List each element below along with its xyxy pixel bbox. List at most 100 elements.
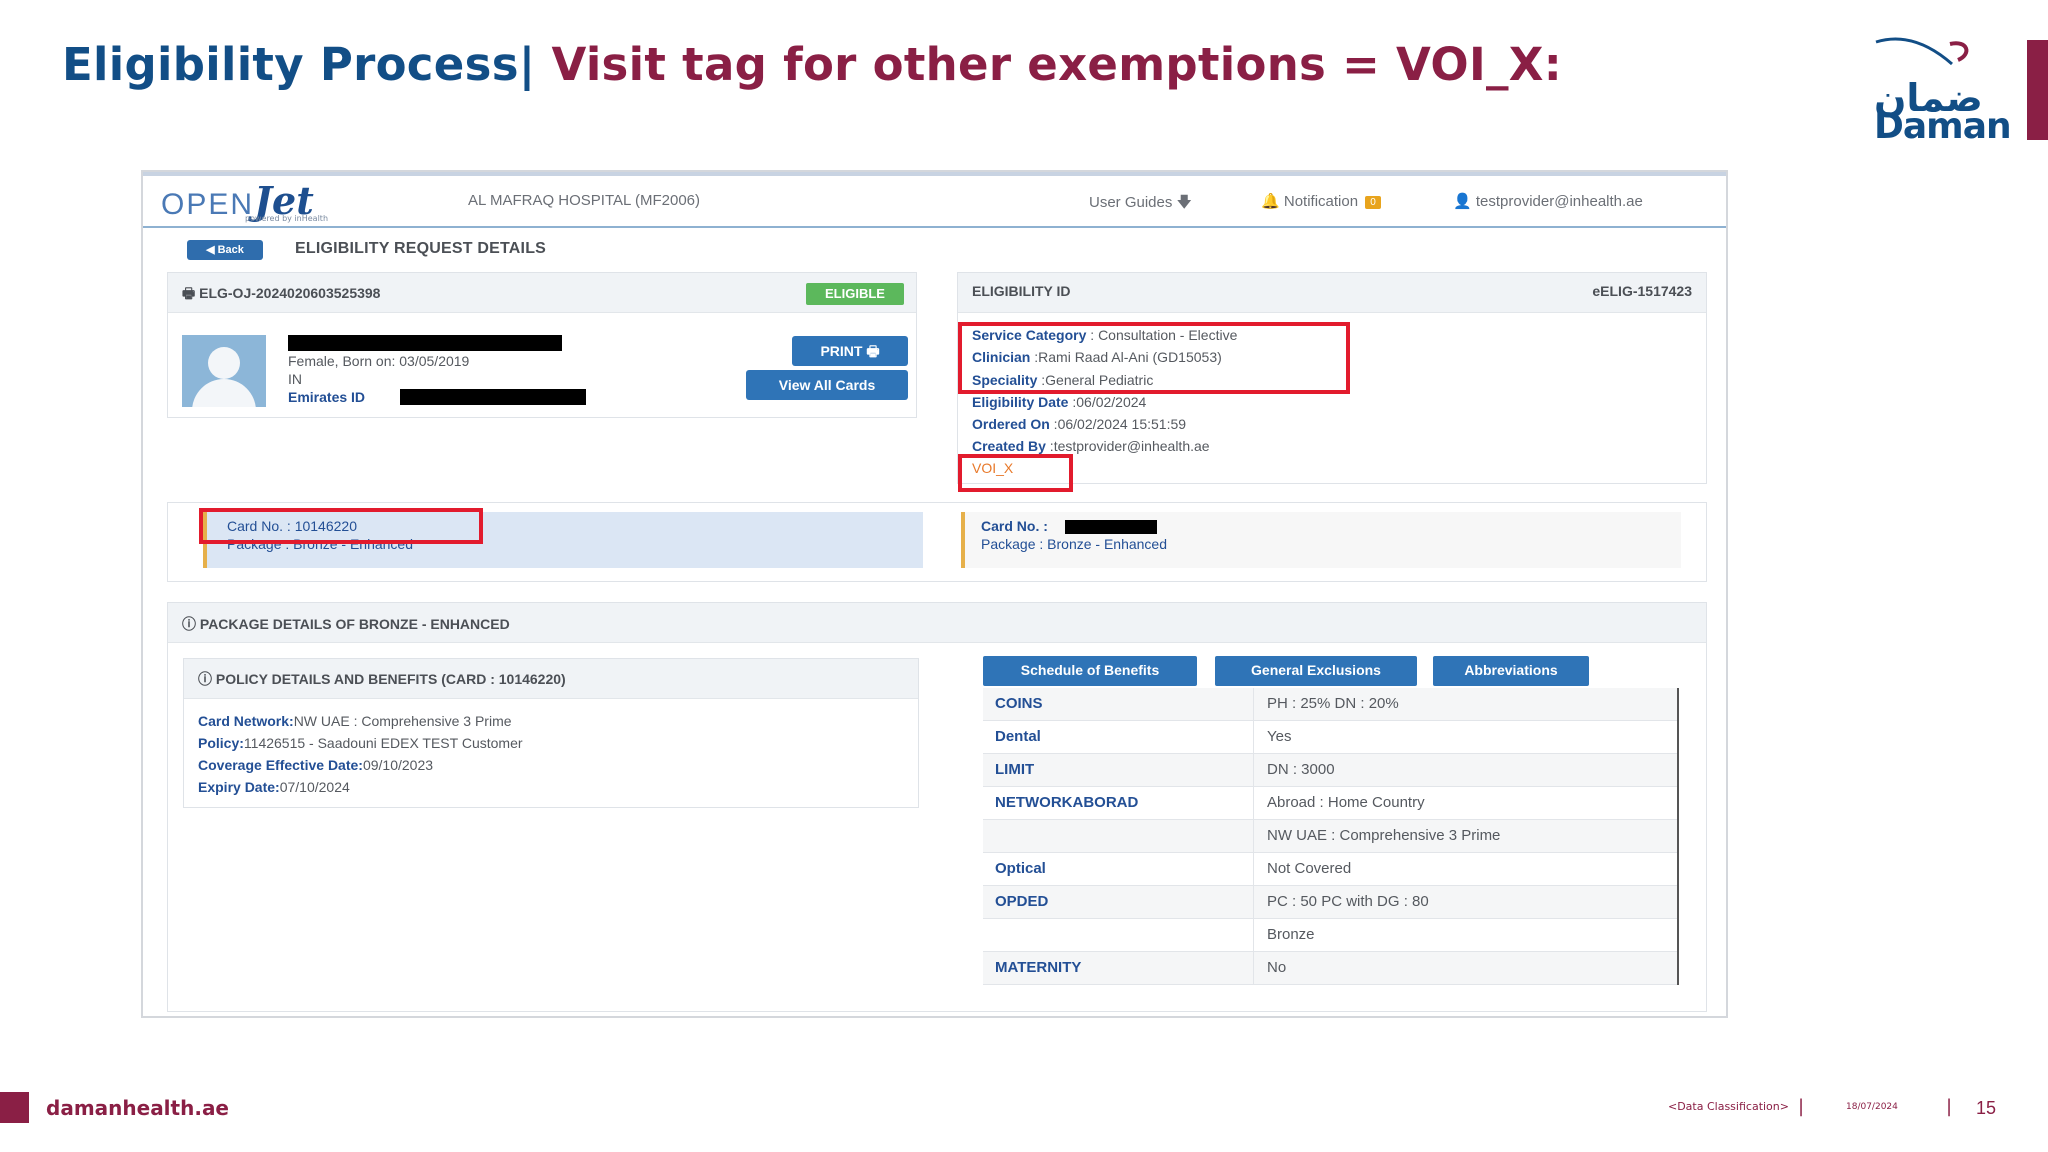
highlight-card-number <box>199 508 483 544</box>
expiry-date-label: Expiry Date: <box>198 779 280 795</box>
card-right[interactable]: Card No. : Package : Bronze - Enhanced <box>961 512 1681 568</box>
benefit-value: PH : 25% DN : 20% <box>1267 695 1399 712</box>
slide-title-main: Eligibility Process| <box>62 38 536 91</box>
page-number: 15 <box>1976 1098 1997 1118</box>
redacted-card-number <box>1065 520 1157 534</box>
ordered-on-row: Ordered On :06/02/2024 15:51:59 <box>972 416 1186 432</box>
slide-title-sub: Visit tag for other exemptions = VOI_X: <box>551 38 1563 91</box>
daman-logo: ضمان Daman <box>1870 36 2012 147</box>
notification-count-badge: 0 <box>1365 196 1381 209</box>
user-menu[interactable]: 👤 testprovider@inhealth.ae <box>1453 192 1643 210</box>
brand-subtitle: powered by inHealth <box>245 214 329 223</box>
card-right-package: Package : Bronze - Enhanced <box>981 536 1167 552</box>
status-badge: ELIGIBLE <box>806 283 904 305</box>
gender-dob: Female, Born on: 03/05/2019 <box>288 353 470 369</box>
redacted-name <box>288 335 562 351</box>
benefit-value: Bronze <box>1267 926 1315 943</box>
expiry-date-row: Expiry Date:07/10/2024 <box>198 779 350 795</box>
benefit-value: Not Covered <box>1267 860 1352 877</box>
printer-icon: 🖶 <box>182 285 196 301</box>
emirates-id-label: Emirates ID <box>288 389 366 405</box>
user-email: testprovider@inhealth.ae <box>1475 193 1643 210</box>
highlight-service-details <box>958 322 1350 394</box>
benefit-value: Yes <box>1267 728 1292 745</box>
table-row: COINS PH : 25% DN : 20% <box>983 688 1677 721</box>
back-button[interactable]: ◀ Back <box>187 240 263 260</box>
package-title-text: PACKAGE DETAILS OF BRONZE - ENHANCED <box>199 616 510 632</box>
card-network-label: Card Network: <box>198 713 294 729</box>
back-button-label: Back <box>217 244 244 256</box>
footer-classification: <Data Classification> <box>1668 1100 1789 1113</box>
created-by-value: :testprovider@inhealth.ae <box>1045 438 1210 454</box>
ordered-on-label: Ordered On <box>972 416 1050 432</box>
benefit-value: Abroad : Home Country <box>1267 794 1425 811</box>
user-icon: 👤 <box>1453 193 1472 210</box>
notification-link[interactable]: 🔔 Notification 0 <box>1261 192 1381 210</box>
created-by-label: Created By <box>972 438 1046 454</box>
info-icon: ⓘ <box>198 671 212 687</box>
info-icon: ⓘ <box>182 616 196 632</box>
footer-website[interactable]: damanhealth.ae <box>46 1096 229 1120</box>
eligibility-date-value: :06/02/2024 <box>1068 394 1147 410</box>
package-title: ⓘ PACKAGE DETAILS OF BRONZE - ENHANCED <box>182 614 510 634</box>
eligibility-id-value: eELIG-1517423 <box>1592 283 1692 299</box>
benefit-key: NETWORKABORAD <box>995 794 1139 811</box>
openjet-logo[interactable]: OPENJet powered by inHealth <box>161 178 328 223</box>
package-panel-header: ⓘ PACKAGE DETAILS OF BRONZE - ENHANCED <box>168 603 1706 643</box>
hospital-name: AL MAFRAQ HOSPITAL (MF2006) <box>468 192 700 209</box>
footer-accent <box>0 1092 29 1123</box>
benefit-key: OPDED <box>995 893 1049 910</box>
table-row: LIMIT DN : 3000 <box>983 754 1677 787</box>
download-icon: 🡇 <box>1176 194 1192 211</box>
request-id: 🖶 ELG-OJ-2024020603525398 <box>182 283 380 307</box>
print-button-label: PRINT <box>820 343 863 359</box>
table-row: OPDED PC : 50 PC with DG : 80 <box>983 886 1677 919</box>
print-button[interactable]: PRINT 🖶 <box>792 336 908 366</box>
eligibility-panel-header: ELIGIBILITY ID eELIG-1517423 <box>958 273 1706 313</box>
benefit-value: PC : 50 PC with DG : 80 <box>1267 893 1429 910</box>
accent-bar <box>2027 40 2048 140</box>
ordered-on-value: :06/02/2024 15:51:59 <box>1049 416 1187 432</box>
card-network-row: Card Network:NW UAE : Comprehensive 3 Pr… <box>198 713 512 729</box>
benefit-key: LIMIT <box>995 761 1035 778</box>
benefit-key: COINS <box>995 695 1043 712</box>
footer-separator: | <box>1946 1096 1953 1117</box>
card-network-value: NW UAE : Comprehensive 3 Prime <box>293 713 512 729</box>
view-all-cards-button[interactable]: View All Cards <box>746 370 908 400</box>
footer-date: 18/07/2024 <box>1846 1102 1898 1112</box>
app-topbar: OPENJet powered by inHealth AL MAFRAQ HO… <box>143 172 1726 228</box>
schedule-of-benefits-button[interactable]: Schedule of Benefits <box>983 656 1197 686</box>
logo-swoosh-icon <box>1875 37 1969 66</box>
policy-label: Policy: <box>198 735 244 751</box>
slide-title: Eligibility Process| Visit tag for other… <box>62 38 1562 91</box>
benefit-key: MATERNITY <box>995 959 1082 976</box>
benefit-value: DN : 3000 <box>1267 761 1335 778</box>
benefits-table: COINS PH : 25% DN : 20% Dental Yes LIMIT DN… <box>983 688 1679 985</box>
table-row: NW UAE : Comprehensive 3 Prime <box>983 820 1677 853</box>
table-row: NETWORKABORAD Abroad : Home Country <box>983 787 1677 820</box>
created-by-row: Created By :testprovider@inhealth.ae <box>972 438 1210 454</box>
policy-row: Policy:11426515 - Saadouni EDEX TEST Cus… <box>198 735 523 751</box>
card-right-package-text: Package : Bronze - Enhanced <box>981 536 1168 552</box>
benefit-key: Optical <box>995 860 1046 877</box>
notification-label: Notification <box>1283 193 1359 210</box>
eligibility-date-label: Eligibility Date <box>972 394 1069 410</box>
footer-separator: | <box>1798 1096 1805 1117</box>
page-title: ELIGIBILITY REQUEST DETAILS <box>295 240 547 257</box>
highlight-visit-tag <box>958 454 1073 492</box>
table-row: Dental Yes <box>983 721 1677 754</box>
abbreviations-button[interactable]: Abbreviations <box>1433 656 1589 686</box>
brand-open-text: OPEN <box>161 188 255 221</box>
openjet-screenshot: OPENJet powered by inHealth AL MAFRAQ HO… <box>141 170 1728 1018</box>
coverage-date-row: Coverage Effective Date:09/10/2023 <box>198 757 433 773</box>
expiry-date-value: 07/10/2024 <box>279 779 350 795</box>
table-row: Bronze <box>983 919 1677 952</box>
back-arrow-icon: ◀ <box>206 244 215 256</box>
policy-title-text: POLICY DETAILS AND BENEFITS (CARD : 1014… <box>215 671 566 687</box>
nationality: IN <box>288 371 302 387</box>
eligibility-id-label: ELIGIBILITY ID <box>972 283 1071 299</box>
user-guides-link[interactable]: User Guides 🡇 <box>1089 192 1192 217</box>
printer-icon: 🖶 <box>866 343 880 359</box>
avatar <box>182 335 266 407</box>
general-exclusions-button[interactable]: General Exclusions <box>1215 656 1417 686</box>
